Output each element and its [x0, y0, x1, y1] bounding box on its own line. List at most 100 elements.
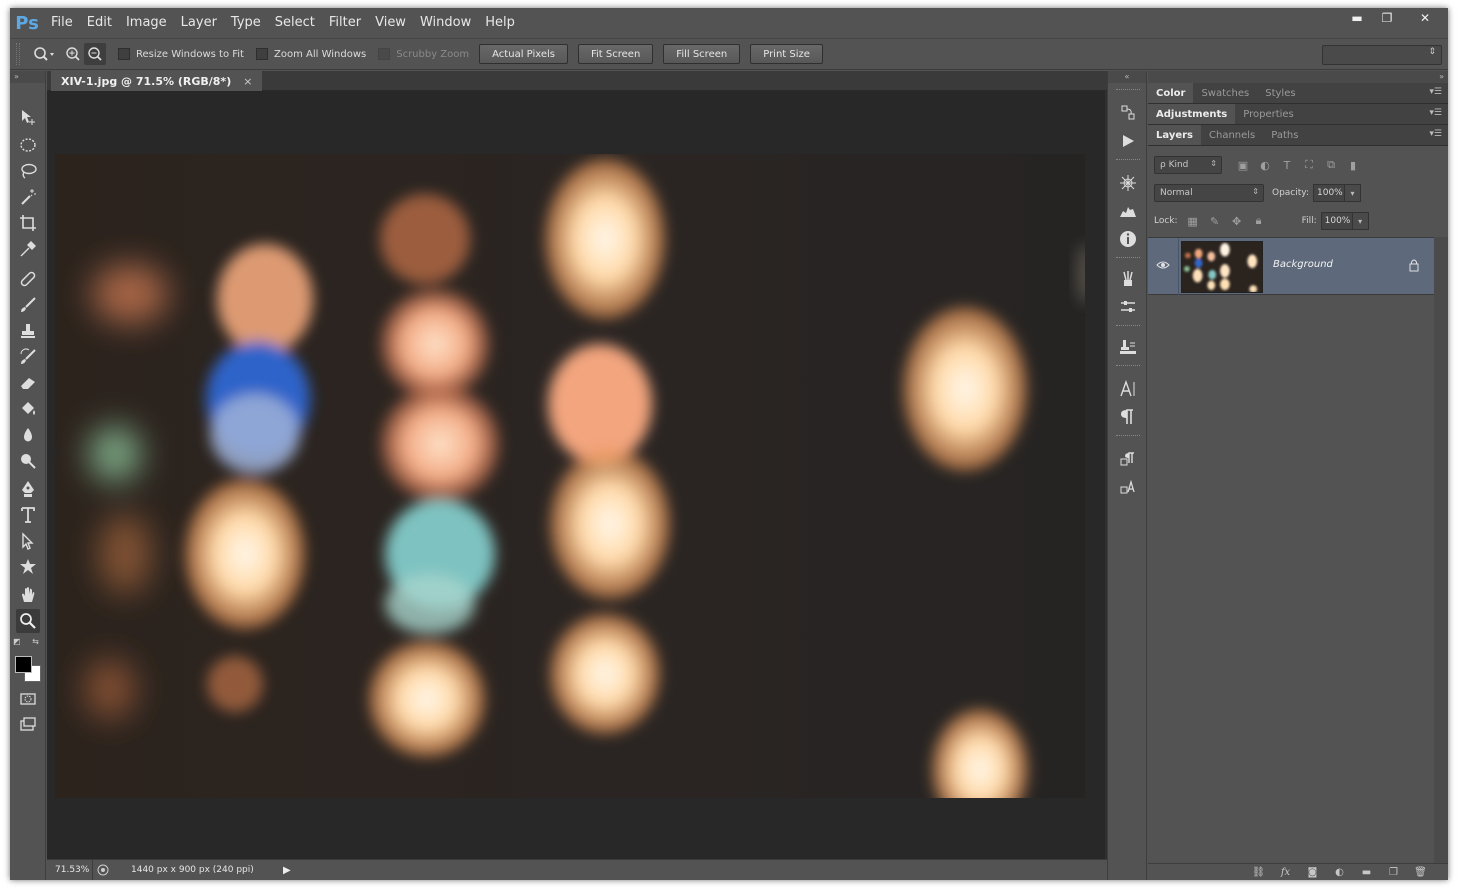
menu-filter[interactable]: Filter [322, 8, 368, 38]
menu-window[interactable]: Window [413, 8, 478, 38]
filter-pixel-icon[interactable]: ▣ [1232, 159, 1254, 172]
restore-button[interactable]: ❐ [1372, 8, 1402, 28]
filter-smart-object-icon[interactable]: ⧉ [1320, 158, 1342, 172]
type-tool[interactable] [16, 503, 40, 527]
fill-dropdown-icon[interactable]: ▾ [1352, 212, 1369, 230]
menu-select[interactable]: Select [268, 8, 322, 38]
filter-adjustment-icon[interactable]: ◐ [1254, 159, 1276, 172]
filter-type-icon[interactable]: T [1276, 159, 1298, 172]
character-styles-icon[interactable] [1116, 447, 1140, 471]
canvas-area[interactable] [47, 91, 1105, 859]
clone-source-icon[interactable] [1116, 335, 1140, 359]
menu-layer[interactable]: Layer [174, 8, 224, 38]
blend-mode-select[interactable]: Normal ⇕ [1154, 184, 1264, 202]
dock-grip[interactable] [1116, 159, 1140, 161]
tab-channels[interactable]: Channels [1201, 125, 1263, 145]
layer-name[interactable]: Background [1273, 259, 1333, 270]
histogram-icon[interactable] [1116, 199, 1140, 223]
new-layer-icon[interactable]: ❐ [1380, 867, 1407, 878]
blur-tool[interactable] [16, 423, 40, 447]
magic-wand-tool[interactable] [16, 185, 40, 209]
brush-presets-icon[interactable] [1116, 267, 1140, 291]
tab-color[interactable]: Color [1148, 83, 1194, 103]
foreground-color-swatch[interactable] [15, 656, 32, 673]
opacity-dropdown-icon[interactable]: ▾ [1345, 184, 1361, 202]
eyedropper-tool[interactable] [16, 237, 40, 261]
print-size-button[interactable]: Print Size [750, 44, 823, 64]
lasso-tool[interactable] [16, 159, 40, 183]
hand-tool[interactable] [16, 583, 40, 607]
menu-image[interactable]: Image [119, 8, 174, 38]
zoom-in-button[interactable] [62, 43, 84, 65]
menu-view[interactable]: View [368, 8, 413, 38]
fill-screen-button[interactable]: Fill Screen [663, 44, 741, 64]
dock-collapse-button[interactable]: « [1108, 71, 1146, 83]
fill-input[interactable]: 100% [1320, 212, 1353, 230]
layer-row-background[interactable]: Background [1148, 237, 1434, 296]
document-tab[interactable]: XIV-1.jpg @ 71.5% (RGB/8*) × [51, 71, 263, 91]
crop-tool[interactable] [16, 211, 40, 235]
close-button[interactable]: ✕ [1402, 8, 1448, 28]
zoom-out-button[interactable] [84, 43, 106, 65]
menu-file[interactable]: File [44, 8, 80, 38]
status-menu-arrow-icon[interactable]: ▶ [283, 865, 297, 876]
navigator-icon[interactable] [1116, 171, 1140, 195]
layers-scrollbar[interactable] [1434, 237, 1448, 863]
panel-menu-icon[interactable]: ▾☰ [1429, 108, 1442, 118]
quick-mask-button[interactable] [16, 687, 40, 711]
tab-styles[interactable]: Styles [1257, 83, 1303, 103]
filter-kind-select[interactable]: ρ Kind ⇕ [1154, 156, 1222, 174]
swap-colors-icon[interactable]: ⇆ [32, 637, 39, 646]
spot-healing-brush-tool[interactable] [16, 267, 40, 291]
menu-type[interactable]: Type [224, 8, 268, 38]
panel-menu-icon[interactable]: ▾☰ [1429, 129, 1442, 139]
close-document-icon[interactable]: × [243, 75, 252, 88]
add-mask-icon[interactable]: ◙ [1299, 867, 1326, 878]
status-info-icon[interactable] [93, 864, 113, 876]
screen-mode-button[interactable] [16, 713, 40, 737]
dock-grip[interactable] [1116, 325, 1140, 327]
paint-bucket-tool[interactable] [16, 397, 40, 421]
panel-menu-icon[interactable]: ▾☰ [1429, 87, 1442, 97]
menu-edit[interactable]: Edit [80, 8, 119, 38]
visibility-eye-icon[interactable] [1156, 258, 1172, 274]
lock-all-icon[interactable]: 🔒︎ [1248, 214, 1270, 228]
panels-collapse-button[interactable]: » [1148, 71, 1448, 83]
menu-help[interactable]: Help [478, 8, 522, 38]
paragraph-styles-icon[interactable] [1116, 475, 1140, 499]
path-selection-tool[interactable] [16, 529, 40, 553]
new-group-folder-icon[interactable]: ▬ [1353, 867, 1380, 878]
pen-tool[interactable] [16, 477, 40, 501]
play-actions-icon[interactable] [1116, 129, 1140, 153]
layer-thumbnail[interactable] [1181, 241, 1263, 293]
move-tool[interactable] [16, 105, 40, 129]
info-icon[interactable] [1116, 227, 1140, 251]
eraser-tool[interactable] [16, 371, 40, 395]
tab-adjustments[interactable]: Adjustments [1148, 104, 1236, 124]
lock-image-icon[interactable]: ✎ [1204, 215, 1226, 228]
tool-preset-picker[interactable] [26, 42, 62, 66]
history-brush-tool[interactable] [16, 345, 40, 369]
workspace-switcher[interactable]: ⇕ [1322, 45, 1442, 65]
adjustments-dock-icon[interactable] [1116, 295, 1140, 319]
zoom-tool[interactable] [16, 609, 40, 633]
dock-grip[interactable] [1116, 257, 1140, 259]
opacity-input[interactable]: 100% [1313, 184, 1345, 202]
lock-position-icon[interactable]: ✥ [1226, 215, 1248, 228]
dock-grip[interactable] [1116, 89, 1140, 91]
zoom-all-windows-checkbox[interactable]: Zoom All Windows [255, 48, 366, 60]
layer-style-fx-icon[interactable]: fx [1272, 867, 1299, 878]
minimize-button[interactable]: ▬ [1342, 8, 1372, 28]
link-layers-icon[interactable]: ⛓ [1245, 867, 1272, 878]
filter-toggle-switch[interactable]: ▮ [1342, 159, 1364, 172]
character-icon[interactable] [1116, 377, 1140, 401]
filter-shape-icon[interactable]: ⛶ [1298, 158, 1320, 172]
fit-screen-button[interactable]: Fit Screen [578, 44, 654, 64]
tab-layers[interactable]: Layers [1148, 125, 1201, 145]
zoom-level-field[interactable]: 71.53% [47, 860, 93, 880]
new-adjustment-layer-icon[interactable]: ◐ [1326, 867, 1353, 878]
dock-grip[interactable] [1116, 435, 1140, 437]
brush-tool[interactable] [16, 293, 40, 317]
elliptical-marquee-tool[interactable] [16, 133, 40, 157]
tools-collapse-button[interactable]: » [10, 71, 45, 83]
